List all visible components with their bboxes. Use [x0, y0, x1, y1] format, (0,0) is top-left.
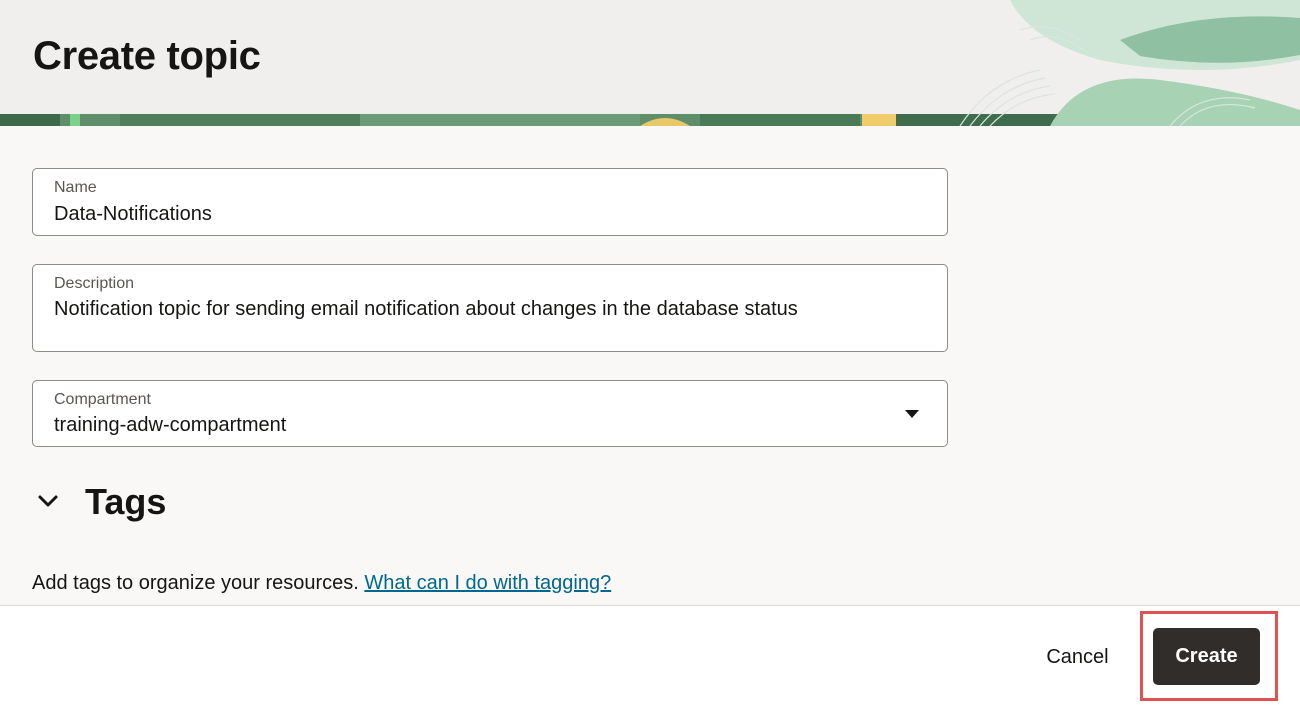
page-title: Create topic [33, 34, 261, 78]
form-footer: Cancel Create [0, 605, 1300, 717]
compartment-label: Compartment [54, 391, 151, 408]
chevron-down-icon[interactable] [34, 488, 62, 516]
name-field[interactable]: Name [32, 168, 948, 236]
compartment-select[interactable]: Compartment training-adw-compartment [32, 380, 948, 447]
tags-help-label: Add tags to organize your resources. [32, 572, 365, 594]
tags-help-text: Add tags to organize your resources. Wha… [32, 572, 611, 595]
name-input[interactable] [54, 203, 914, 226]
compartment-value: training-adw-compartment [54, 414, 287, 436]
description-textarea[interactable]: Notification topic for sending email not… [54, 296, 914, 322]
tagging-help-link[interactable]: What can I do with tagging? [364, 572, 611, 594]
caret-down-icon[interactable] [905, 410, 919, 418]
description-field[interactable]: Description Notification topic for sendi… [32, 264, 948, 352]
description-label: Description [54, 275, 135, 292]
page-header: Create topic [0, 0, 1300, 126]
cancel-button[interactable]: Cancel [1030, 631, 1125, 683]
create-button[interactable]: Create [1153, 628, 1260, 685]
name-label: Name [54, 179, 97, 196]
tags-section-title: Tags [85, 481, 167, 522]
